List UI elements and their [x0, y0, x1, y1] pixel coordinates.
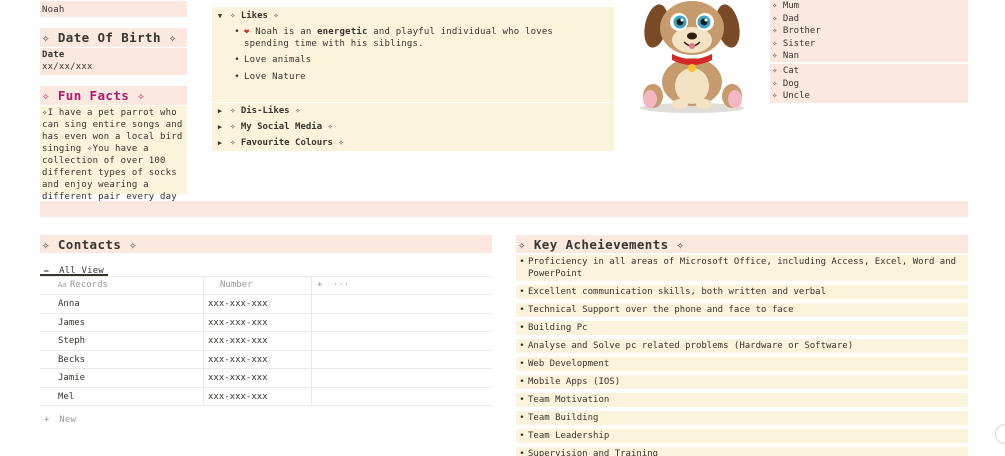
triangle-right-icon: ▶ — [217, 123, 223, 131]
dob-block: Date xx/xx/xxx — [40, 48, 187, 75]
dob-heading-block: ✧ Date Of Birth ✧ — [40, 28, 187, 47]
table-row[interactable]: Becks xxx-xxx-xxx — [40, 351, 492, 369]
record-number: xxx-xxx-xxx — [208, 336, 268, 346]
family-group-1: ✧ Mum ✧ Dad ✧ Brother ✧ Sister ✧ Nan — [770, 0, 968, 62]
record-name: Anna — [58, 299, 80, 309]
toggle-colours[interactable]: ▶ ✧ Favourite Colours ✧ — [212, 135, 614, 151]
achievement-text: Mobile Apps (IOS) — [528, 377, 621, 387]
family-item: ✧ Dad — [772, 13, 800, 24]
scroll-button[interactable] — [995, 424, 1005, 444]
family-item: ✧ Mum — [772, 1, 800, 11]
record-number: xxx-xxx-xxx — [208, 299, 268, 309]
record-number: xxx-xxx-xxx — [208, 373, 268, 383]
toggle-social-label: ✧ My Social Media ✧ — [230, 122, 333, 132]
achievement-text: Web Development — [528, 359, 610, 369]
achievement-text: Supervision and Training — [528, 449, 659, 456]
family-item: ✧ Sister — [772, 38, 816, 49]
record-number: xxx-xxx-xxx — [208, 391, 268, 402]
fun-facts-block: ✧I have a pet parrot who can sing entire… — [40, 106, 187, 202]
record-name: Steph — [58, 336, 86, 346]
record-name: James — [58, 317, 86, 328]
family-group-2: ✧ Cat ✧ Dog ✧ Uncle — [770, 64, 968, 103]
text-type-icon: Aa — [58, 281, 67, 289]
achievement-item: • Technical Support over the phone and fa… — [516, 303, 968, 317]
brush-icon: ✏ — [44, 266, 50, 276]
view-tab-all[interactable]: ✏ All View — [40, 258, 109, 276]
achievement-text: Proficiency in all areas of Microsoft Of… — [528, 257, 957, 279]
achievement-text: Technical Support over the phone and fac… — [528, 305, 794, 315]
dog-illustration — [636, 0, 748, 115]
family-item: ✧ Cat — [772, 66, 800, 76]
name-block: Noah — [40, 1, 187, 17]
likes-item-1: • ❤ Noah is an energetic and playful ind… — [234, 27, 554, 49]
table-header: Aa Records Number + ··· — [40, 276, 492, 295]
dob-heading: ✧ Date Of Birth ✧ — [42, 30, 177, 45]
toggle-social[interactable]: ▶ ✧ My Social Media ✧ — [212, 119, 614, 135]
table-row[interactable]: James xxx-xxx-xxx — [40, 314, 492, 332]
family-item: ✧ Brother — [772, 26, 821, 36]
toggle-likes[interactable]: ▼ ✧ Likes ✧ — [214, 8, 279, 24]
family-item: ✧ Nan — [772, 51, 800, 61]
record-name: Jamie — [58, 373, 86, 383]
family-item: ✧ Dog — [772, 78, 800, 89]
achievement-item: • Analyse and Solve pc related problems (… — [516, 339, 968, 353]
new-row-button[interactable]: + New — [44, 407, 76, 425]
more-icon[interactable]: ··· — [333, 276, 349, 295]
achievement-item: • Proficiency in all areas of Microsoft O… — [516, 255, 968, 281]
achievements-heading-block: ✧ Key Acheievements ✧ — [516, 235, 968, 253]
toggle-likes-label: ✧ Likes ✧ — [230, 11, 279, 21]
add-column-icon[interactable]: + — [317, 276, 322, 295]
fun-facts-text: ✧I have a pet parrot who can sing entire… — [42, 108, 183, 202]
contacts-heading: ✧ Contacts ✧ — [42, 237, 138, 252]
dob-label: Date — [42, 50, 65, 60]
achievement-text: Team Leadership — [528, 431, 610, 441]
achievements-heading: ✧ Key Acheievements ✧ — [518, 237, 685, 252]
achievement-text: Building Pc — [528, 323, 588, 333]
achievement-text: Excellent communication skills, both wri… — [528, 287, 827, 297]
fun-heading-block: ✧ Fun Facts ✧ — [40, 86, 187, 105]
record-name: Becks — [58, 354, 86, 365]
plus-icon: + — [44, 415, 50, 425]
achievement-text: Team Building — [528, 413, 599, 423]
column-header-records[interactable]: Records — [70, 276, 108, 295]
puppy-icon — [640, 1, 744, 113]
triangle-right-icon: ▶ — [217, 139, 223, 147]
contacts-heading-block: ✧ Contacts ✧ — [40, 235, 492, 253]
achievement-text: Analyse and Solve pc related problems (H… — [528, 341, 854, 351]
column-header-number[interactable]: Number — [220, 276, 253, 295]
heart-icon: ❤ — [244, 27, 250, 37]
view-tab-label: All View — [59, 266, 105, 276]
achievement-item: • Mobile Apps (IOS) — [516, 375, 968, 389]
fun-facts-heading: ✧ Fun Facts ✧ — [42, 88, 146, 103]
achievement-item: • Team Motivation — [516, 393, 968, 407]
record-number: xxx-xxx-xxx — [208, 317, 268, 328]
triangle-right-icon: ▶ — [217, 107, 223, 115]
achievement-item: • Excellent communication skills, both wr… — [516, 285, 968, 299]
achievement-item: • Web Development — [516, 357, 968, 371]
achievement-text: Team Motivation — [528, 395, 610, 405]
family-item: ✧ Uncle — [772, 91, 810, 101]
toggle-colours-label: ✧ Favourite Colours ✧ — [230, 138, 344, 148]
achievement-item: • Building Pc — [516, 321, 968, 335]
likes-block: ▼ ✧ Likes ✧ • ❤ Noah is an energetic and… — [212, 7, 614, 102]
table-row[interactable]: Steph xxx-xxx-xxx — [40, 332, 492, 351]
contacts-table: Aa Records Number + ··· Anna xxx-xxx-xxx J… — [40, 276, 492, 426]
table-row[interactable]: Mel xxx-xxx-xxx — [40, 388, 492, 406]
achievement-item: • Team Leadership — [516, 429, 968, 443]
dob-value: xx/xx/xxx — [42, 62, 93, 72]
table-row[interactable]: Jamie xxx-xxx-xxx — [40, 369, 492, 388]
likes-item-2: • Love animals — [234, 55, 312, 65]
achievement-item: • Supervision and Training — [516, 447, 968, 456]
name-value: Noah — [42, 5, 65, 15]
divider-band — [40, 201, 968, 217]
achievements-list: • Proficiency in all areas of Microsoft O… — [516, 255, 968, 456]
record-number: xxx-xxx-xxx — [208, 354, 268, 365]
record-name: Mel — [58, 391, 75, 402]
toggle-dislikes[interactable]: ▶ ✧ Dis-Likes ✧ — [212, 103, 614, 119]
toggle-dislikes-label: ✧ Dis-Likes ✧ — [230, 106, 301, 116]
triangle-down-icon: ▼ — [217, 12, 223, 20]
table-row[interactable]: Anna xxx-xxx-xxx — [40, 295, 492, 314]
likes-item-3: • Love Nature — [234, 72, 306, 82]
achievement-item: • Team Building — [516, 411, 968, 425]
